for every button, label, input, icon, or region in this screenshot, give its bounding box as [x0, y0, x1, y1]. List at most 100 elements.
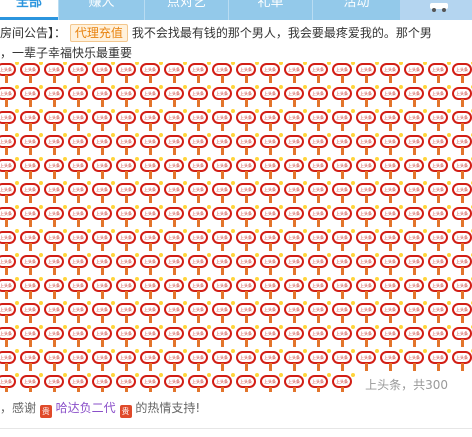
sticker-grid: 上头条 上头条 上头条 上头条 上头条 上头条 上头条 上头条 上头条 上头条 上头条 上头条 上头条上… — [0, 62, 472, 392]
sticker-handle — [149, 219, 152, 227]
tab-earn[interactable]: 赚人 — [58, 0, 144, 20]
sticker-handle — [437, 291, 440, 299]
sticker-handle — [317, 291, 320, 299]
sticker-star — [159, 157, 163, 161]
headline-sticker-icon: 上头条 — [212, 349, 235, 372]
sticker-star — [111, 373, 115, 377]
sticker-star — [327, 109, 331, 113]
sticker-handle — [125, 123, 128, 131]
sticker-star — [399, 181, 403, 185]
sticker-handle — [245, 243, 248, 251]
sticker-star — [15, 205, 19, 209]
sticker-star — [15, 62, 19, 65]
tab-extra[interactable] — [400, 0, 472, 20]
sticker-star — [111, 277, 115, 281]
sticker-star — [423, 157, 427, 161]
headline-sticker-icon: 上头条 — [188, 85, 211, 108]
sticker-handle — [173, 219, 176, 227]
headline-sticker-icon: 上头条 — [188, 62, 211, 84]
headline-sticker-icon: 上头条 — [380, 157, 403, 180]
sticker-star — [399, 277, 403, 281]
headline-sticker-icon: 上头条 — [356, 157, 379, 180]
sticker-star — [279, 373, 283, 377]
sticker-handle — [269, 315, 272, 323]
sticker-handle — [101, 363, 104, 371]
sticker-handle — [221, 339, 224, 347]
headline-sticker-icon: 上头条 — [116, 373, 139, 392]
headline-sticker-icon: 上头条 — [44, 133, 67, 156]
headline-sticker-icon: 上头条 — [20, 109, 43, 132]
tab-requests[interactable]: 点对艺 — [144, 0, 228, 20]
sticker-star — [255, 349, 259, 353]
sticker-star — [183, 277, 187, 281]
vip-badge-icon-2: 贵 — [119, 405, 132, 418]
headline-sticker-icon: 上头条 — [140, 62, 163, 84]
headline-sticker-icon: 上头条 — [92, 205, 115, 228]
sticker-handle — [461, 147, 464, 155]
sticker-handle — [365, 339, 368, 347]
headline-sticker-icon: 上头条 — [260, 85, 283, 108]
headline-sticker-icon: 上头条 — [44, 229, 67, 252]
sticker-handle — [437, 339, 440, 347]
headline-sticker-icon: 上头条 — [188, 253, 211, 276]
sticker-star — [15, 133, 19, 137]
sticker-star — [231, 157, 235, 161]
tab-all[interactable]: 全部 — [0, 0, 58, 20]
sticker-handle — [221, 75, 224, 83]
sticker-star — [159, 325, 163, 329]
sticker-handle — [5, 123, 8, 131]
headline-sticker-icon: 上头条 — [308, 85, 331, 108]
sticker-star — [135, 205, 139, 209]
username-link[interactable]: 哈达负二代 — [56, 401, 116, 415]
sticker-handle — [149, 147, 152, 155]
headline-sticker-icon: 上头条 — [20, 301, 43, 324]
sticker-star — [87, 205, 91, 209]
sticker-star — [159, 277, 163, 281]
headline-sticker-icon: 上头条 — [428, 229, 451, 252]
headline-sticker-icon: 上头条 — [116, 85, 139, 108]
sticker-handle — [173, 291, 176, 299]
sticker-star — [231, 62, 235, 65]
sticker-star — [327, 85, 331, 89]
sticker-handle — [5, 99, 8, 107]
headline-sticker-icon: 上头条 — [212, 253, 235, 276]
sticker-handle — [389, 315, 392, 323]
sticker-star — [279, 205, 283, 209]
headline-sticker-icon: 上头条 — [68, 349, 91, 372]
sticker-star — [15, 253, 19, 257]
headline-sticker-icon: 上头条 — [452, 62, 472, 84]
sticker-handle — [173, 363, 176, 371]
tab-activity[interactable]: 活动 — [312, 0, 400, 20]
sticker-handle — [29, 195, 32, 203]
sticker-handle — [197, 219, 200, 227]
headline-sticker-icon: 上头条 — [188, 301, 211, 324]
headline-sticker-icon: 上头条 — [332, 62, 355, 84]
headline-sticker-icon: 上头条 — [164, 277, 187, 300]
sticker-star — [303, 253, 307, 257]
sticker-label: 上头条 — [0, 159, 16, 172]
sticker-star — [135, 109, 139, 113]
sticker-star — [399, 157, 403, 161]
headline-sticker-icon: 上头条 — [44, 181, 67, 204]
sticker-handle — [389, 147, 392, 155]
sticker-handle — [77, 315, 80, 323]
headline-sticker-icon: 上头条 — [188, 349, 211, 372]
tab-gift-list[interactable]: 礼单 — [228, 0, 312, 20]
sticker-star — [423, 181, 427, 185]
headline-sticker-icon: 上头条 — [284, 349, 307, 372]
sticker-star — [255, 157, 259, 161]
sticker-star — [279, 181, 283, 185]
sticker-star — [135, 157, 139, 161]
agent-recharge-tag[interactable]: 代理充值 — [69, 24, 128, 42]
sticker-star — [111, 109, 115, 113]
headline-sticker-icon: 上头条 — [332, 181, 355, 204]
sticker-star — [327, 157, 331, 161]
sticker-handle — [437, 219, 440, 227]
sticker-star — [183, 181, 187, 185]
sticker-star — [447, 109, 451, 113]
sticker-handle — [53, 315, 56, 323]
sticker-handle — [125, 315, 128, 323]
sticker-handle — [29, 243, 32, 251]
sticker-handle — [221, 219, 224, 227]
sticker-star — [183, 325, 187, 329]
